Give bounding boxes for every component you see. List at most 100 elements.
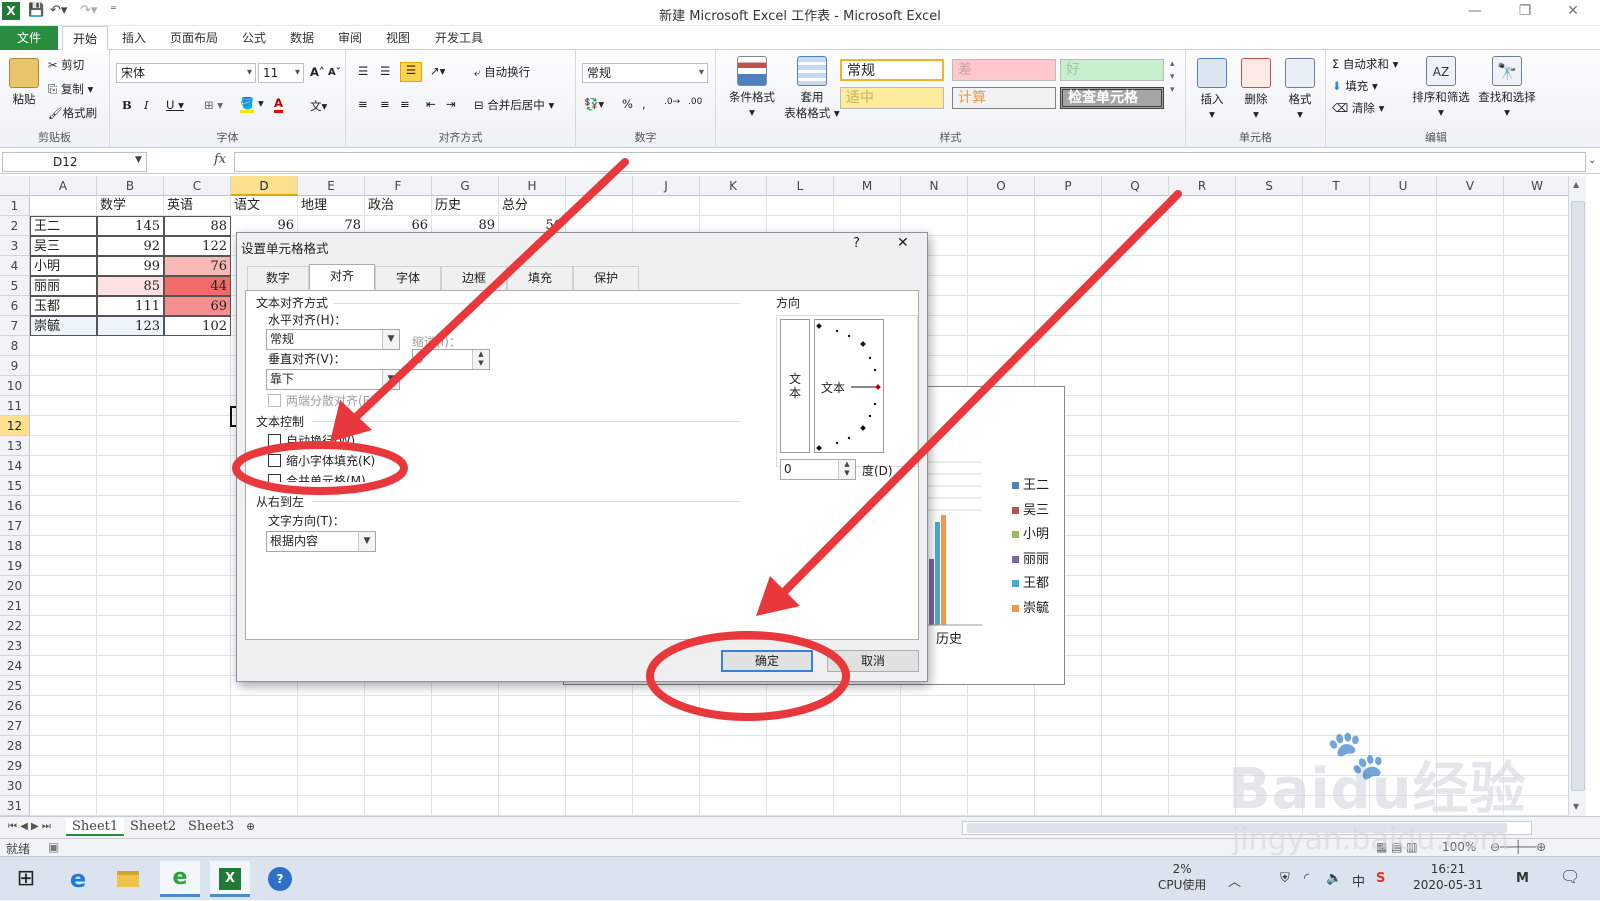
style-check-cell[interactable]: 检查单元格	[1060, 87, 1164, 109]
tab-file[interactable]: 文件	[0, 26, 58, 50]
column-header-N[interactable]: N	[901, 176, 968, 196]
cell-G1[interactable]: 历史	[432, 196, 498, 216]
row-header-20[interactable]: 20	[0, 576, 30, 596]
help-app-icon[interactable]: ?	[260, 861, 300, 897]
column-header-B[interactable]: B	[97, 176, 164, 196]
phonetic-icon[interactable]: 文▾	[310, 98, 327, 114]
format-painter-button[interactable]: 🖌格式刷	[48, 105, 97, 121]
column-header-I[interactable]: I	[566, 176, 633, 196]
cell-A7[interactable]: 崇毓	[30, 316, 97, 336]
name-box[interactable]: D12	[2, 152, 147, 172]
vertical-text-button[interactable]: 文本	[780, 319, 810, 453]
column-header-J[interactable]: J	[633, 176, 700, 196]
merge-cells-checkbox[interactable]: 合并单元格(M)	[268, 472, 366, 482]
horizontal-align-select[interactable]: 常规 ▼	[266, 329, 400, 350]
cell-D1[interactable]: 语文	[231, 196, 297, 216]
tab-developer[interactable]: 开发工具	[424, 26, 494, 50]
orientation-icon[interactable]: ↗▾	[430, 64, 445, 78]
clock[interactable]: 16:21 2020-05-31	[1410, 861, 1486, 893]
column-header-O[interactable]: O	[968, 176, 1035, 196]
close-window-button[interactable]: ✕	[1558, 3, 1588, 23]
text-direction-select[interactable]: 根据内容 ▼	[266, 531, 376, 552]
select-all-corner[interactable]	[0, 176, 30, 196]
file-explorer-icon[interactable]	[108, 861, 148, 897]
cell-A3[interactable]: 吴三	[30, 236, 97, 256]
insert-cells-button[interactable]: 插入 ▾	[1192, 58, 1232, 121]
row-header-25[interactable]: 25	[0, 676, 30, 696]
sheet-tab-2[interactable]: Sheet2	[124, 818, 182, 836]
notification-icon[interactable]: 🗨	[1560, 867, 1580, 886]
column-header-H[interactable]: H	[499, 176, 566, 196]
column-header-A[interactable]: A	[30, 176, 97, 196]
scroll-up-icon[interactable]: ▲	[1573, 180, 1579, 189]
cpu-meter[interactable]: 2% CPU使用	[1158, 861, 1206, 893]
shrink-font-icon[interactable]: A˅	[328, 67, 341, 78]
row-header-12[interactable]: 12	[0, 416, 30, 436]
cell-C4[interactable]: 76	[164, 256, 231, 276]
column-header-E[interactable]: E	[298, 176, 365, 196]
font-color-button[interactable]: A	[274, 96, 283, 113]
cell-B5[interactable]: 85	[97, 276, 164, 296]
row-header-8[interactable]: 8	[0, 336, 30, 356]
tray-expand-icon[interactable]: ︿	[1228, 871, 1241, 890]
merge-center-button[interactable]: ⊟ 合并后居中 ▾	[474, 97, 554, 113]
cancel-button[interactable]: 取消	[827, 650, 919, 672]
row-header-16[interactable]: 16	[0, 496, 30, 516]
number-format-combo[interactable]: 常规	[582, 63, 708, 83]
tab-review[interactable]: 审阅	[328, 26, 372, 50]
cell-B4[interactable]: 99	[97, 256, 164, 276]
column-header-W[interactable]: W	[1504, 176, 1568, 196]
sogou-ime-icon[interactable]: S	[1376, 871, 1385, 886]
wifi-icon[interactable]: ◜	[1304, 871, 1309, 886]
wrap-text-checkbox[interactable]: 自动换行(W)	[268, 432, 355, 449]
cell-E1[interactable]: 地理	[298, 196, 364, 216]
row-header-27[interactable]: 27	[0, 716, 30, 736]
cell-B1[interactable]: 数学	[97, 196, 163, 216]
volume-icon[interactable]: 🔈	[1326, 871, 1342, 886]
decrease-indent-icon[interactable]: ⇤	[426, 97, 436, 111]
column-header-T[interactable]: T	[1303, 176, 1370, 196]
ok-button[interactable]: 确定	[721, 650, 813, 672]
security-icon[interactable]: ⛨	[1280, 871, 1290, 886]
meet-now-icon[interactable]: M	[1516, 871, 1529, 886]
orientation-dial[interactable]: 文本	[814, 319, 884, 453]
dialog-tab-number[interactable]: 数字	[247, 266, 309, 290]
column-header-M[interactable]: M	[834, 176, 901, 196]
row-header-2[interactable]: 2	[0, 216, 30, 236]
column-header-V[interactable]: V	[1437, 176, 1504, 196]
cell-C1[interactable]: 英语	[164, 196, 230, 216]
align-bottom-icon[interactable]: ☰	[400, 62, 422, 82]
row-header-4[interactable]: 4	[0, 256, 30, 276]
delete-cells-button[interactable]: 删除 ▾	[1236, 58, 1276, 121]
dialog-tab-font[interactable]: 字体	[375, 266, 441, 290]
column-header-R[interactable]: R	[1169, 176, 1236, 196]
dialog-help-button[interactable]: ?	[853, 236, 860, 251]
row-header-28[interactable]: 28	[0, 736, 30, 756]
tab-home[interactable]: 开始	[62, 26, 108, 51]
style-good[interactable]: 好	[1060, 59, 1164, 81]
row-header-23[interactable]: 23	[0, 636, 30, 656]
cell-C3[interactable]: 122	[164, 236, 231, 256]
percent-icon[interactable]: %	[622, 97, 633, 111]
tab-view[interactable]: 视图	[376, 26, 420, 50]
edge-icon[interactable]: e	[58, 861, 98, 897]
row-header-9[interactable]: 9	[0, 356, 30, 376]
align-right-icon[interactable]: ≡	[400, 97, 410, 111]
column-header-F[interactable]: F	[365, 176, 432, 196]
paste-button[interactable]: 粘贴	[6, 58, 42, 107]
wrap-text-button[interactable]: ⤶ 自动换行	[474, 64, 530, 80]
italic-button[interactable]: I	[144, 98, 149, 112]
format-cells-button[interactable]: 格式 ▾	[1280, 58, 1320, 121]
increase-indent-icon[interactable]: ⇥	[446, 97, 456, 111]
row-header-13[interactable]: 13	[0, 436, 30, 456]
cell-B2[interactable]: 145	[97, 216, 164, 236]
row-header-10[interactable]: 10	[0, 376, 30, 396]
vertical-scroll-thumb[interactable]	[1571, 201, 1585, 791]
column-header-L[interactable]: L	[767, 176, 834, 196]
font-size-combo[interactable]: 11	[258, 63, 304, 83]
degrees-spinner[interactable]: 0 ▲ ▼	[780, 459, 856, 480]
justify-distributed-checkbox[interactable]: 两端分散对齐(E)	[268, 392, 375, 409]
clear-button[interactable]: ⌫ 清除 ▾	[1332, 100, 1384, 116]
cell-C7[interactable]: 102	[164, 316, 231, 336]
sheet-tab-3[interactable]: Sheet3	[182, 818, 240, 836]
